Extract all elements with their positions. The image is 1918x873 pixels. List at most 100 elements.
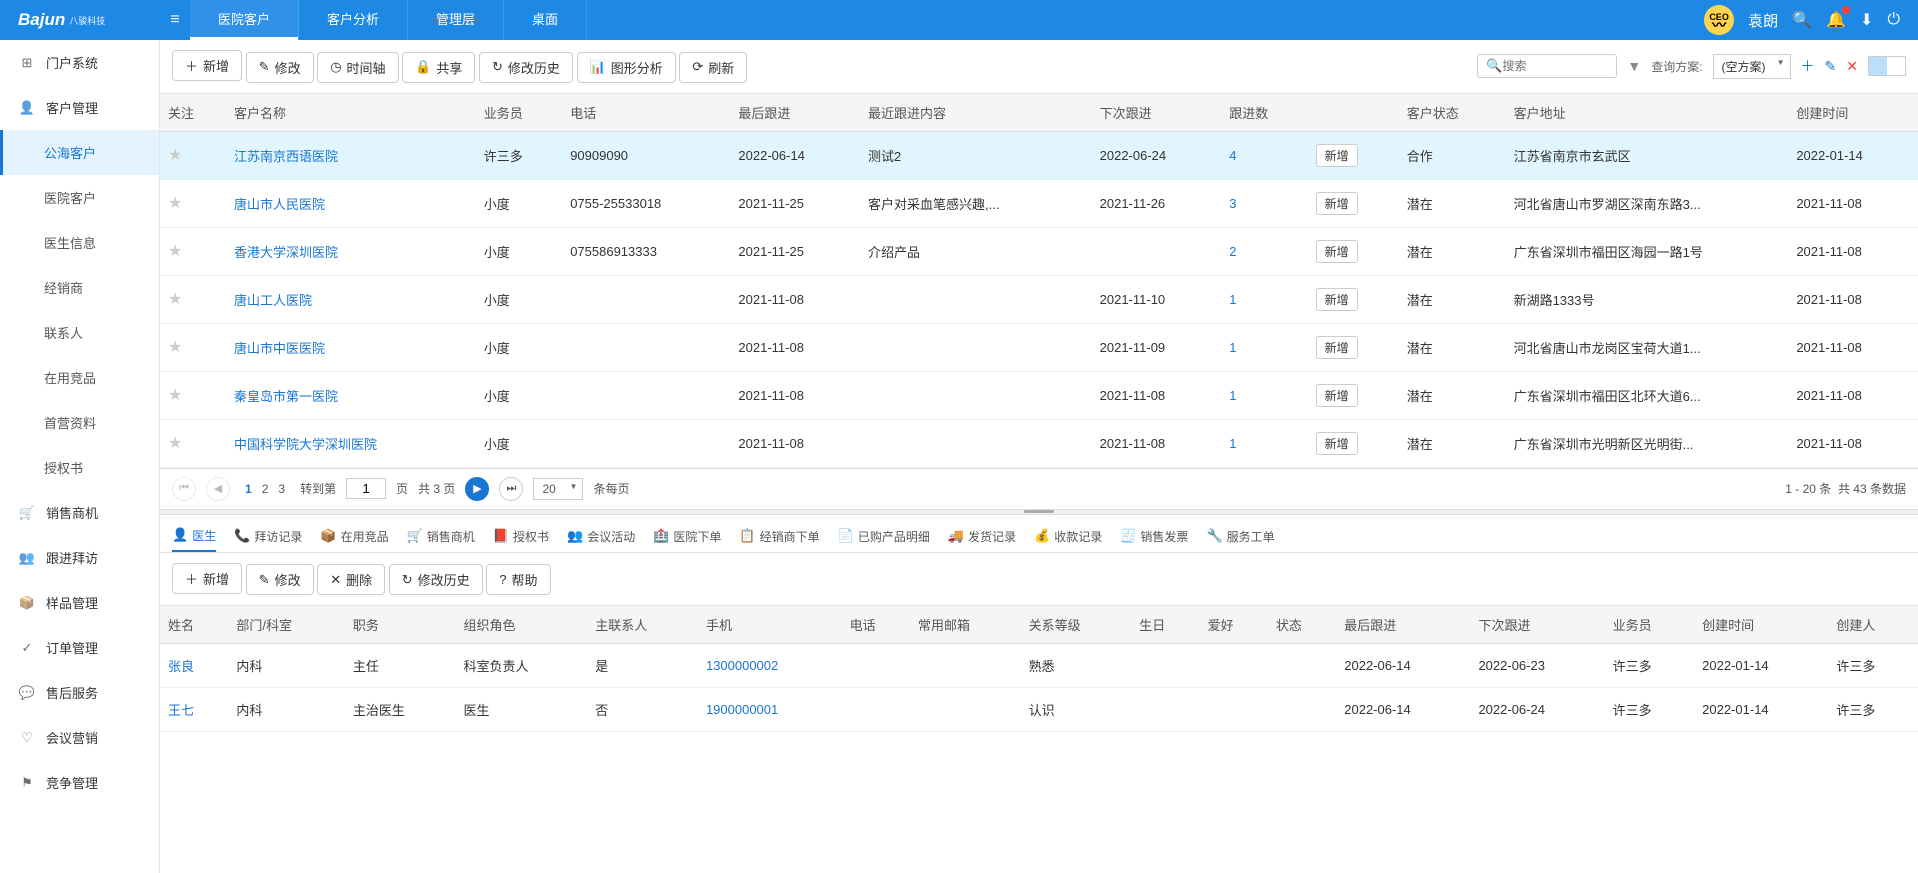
col-head[interactable]: 客户名称 [226,94,476,132]
btn-时间轴[interactable]: ◷时间轴 [317,52,398,83]
col-head[interactable]: 客户地址 [1506,94,1789,132]
star-icon[interactable]: ★ [168,339,182,356]
customer-name-link[interactable]: 中国科学院大学深圳医院 [234,437,377,452]
dcol-head[interactable]: 电话 [842,606,910,644]
btn-新增[interactable]: ＋新增 [172,563,242,594]
count-link[interactable]: 3 [1229,196,1236,211]
dcol-head[interactable]: 常用邮箱 [910,606,1021,644]
new-tag[interactable]: 新增 [1316,432,1358,455]
last-page[interactable]: ⏭ [499,477,523,501]
star-icon[interactable]: ★ [168,195,182,212]
dcol-head[interactable]: 职务 [345,606,456,644]
dcol-head[interactable]: 业务员 [1605,606,1695,644]
col-head[interactable]: 最后跟进 [730,94,860,132]
new-tag[interactable]: 新增 [1316,288,1358,311]
nav-sub-授权书[interactable]: 授权书 [0,445,159,490]
new-tag[interactable]: 新增 [1316,240,1358,263]
dtab-销售发票[interactable]: 🧾销售发票 [1120,522,1188,551]
nav-销售商机[interactable]: 🛒销售商机 [0,490,159,535]
nav-门户系统[interactable]: ⊞门户系统 [0,40,159,85]
col-head[interactable]: 跟进数 [1221,94,1307,132]
mobile-link[interactable]: 1300000002 [706,658,778,673]
dtab-经销商下单[interactable]: 📋经销商下单 [739,522,819,551]
customer-name-link[interactable]: 秦皇岛市第一医院 [234,389,338,404]
btn-修改历史[interactable]: ↻修改历史 [479,52,573,83]
delete-scheme-icon[interactable]: ✕ [1846,58,1858,75]
col-head[interactable]: 业务员 [476,94,562,132]
col-head[interactable]: 最近跟进内容 [860,94,1092,132]
btn-修改[interactable]: ✎修改 [246,52,314,83]
dcol-head[interactable]: 主联系人 [587,606,698,644]
table-row[interactable]: ★唐山市中医医院小度2021-11-082021-11-091新增潜在河北省唐山… [160,323,1918,371]
customer-name-link[interactable]: 江苏南京西语医院 [234,149,338,164]
dtab-在用竞品[interactable]: 📦在用竞品 [320,522,388,551]
new-tag[interactable]: 新增 [1316,384,1358,407]
power-icon[interactable]: ⏻ [1887,11,1900,29]
nav-会议营销[interactable]: ♡会议营销 [0,715,159,760]
dtab-已购产品明细[interactable]: 📄已购产品明细 [838,522,930,551]
nav-样品管理[interactable]: 📦样品管理 [0,580,159,625]
nav-sub-首营资料[interactable]: 首营资料 [0,400,159,445]
table-row[interactable]: ★唐山工人医院小度2021-11-082021-11-101新增潜在新湖路133… [160,275,1918,323]
col-head[interactable] [1308,94,1399,132]
bell-icon[interactable]: 🔔 [1826,10,1846,30]
dcol-head[interactable]: 组织角色 [456,606,588,644]
doctor-name-link[interactable]: 张良 [168,659,194,674]
table-row[interactable]: 张良内科主任科室负责人是1300000002熟悉2022-06-142022-0… [160,644,1918,688]
filter-icon[interactable]: ▼ [1627,58,1641,74]
count-link[interactable]: 1 [1229,292,1236,307]
first-page[interactable]: ⏮ [172,477,196,501]
prev-page[interactable]: ◀ [206,477,230,501]
pagesize-select[interactable]: 20 [533,478,583,500]
table-row[interactable]: ★江苏南京西语医院许三多909090902022-06-14测试22022-06… [160,131,1918,179]
col-head[interactable]: 客户状态 [1399,94,1506,132]
nav-竞争管理[interactable]: ⚑竞争管理 [0,760,159,805]
top-tab-1[interactable]: 客户分析 [299,0,408,40]
star-icon[interactable]: ★ [168,147,182,164]
table-row[interactable]: ★香港大学深圳医院小度0755869133332021-11-25介绍产品2新增… [160,227,1918,275]
nav-sub-医生信息[interactable]: 医生信息 [0,220,159,265]
star-icon[interactable]: ★ [168,243,182,260]
count-link[interactable]: 4 [1229,148,1236,163]
dtab-服务工单[interactable]: 🔧服务工单 [1206,522,1274,551]
nav-售后服务[interactable]: 💬售后服务 [0,670,159,715]
avatar[interactable]: CEO〰 [1704,5,1734,35]
nav-sub-公海客户[interactable]: 公海客户 [0,130,159,175]
mobile-link[interactable]: 1900000001 [706,702,778,717]
dcol-head[interactable]: 下次跟进 [1470,606,1604,644]
table-row[interactable]: ★秦皇岛市第一医院小度2021-11-082021-11-081新增潜在广东省深… [160,371,1918,419]
btn-图形分析[interactable]: 📊图形分析 [577,52,676,83]
dtab-会议活动[interactable]: 👥会议活动 [567,522,635,551]
btn-帮助[interactable]: ?帮助 [486,564,550,595]
nav-sub-联系人[interactable]: 联系人 [0,310,159,355]
btn-修改历史[interactable]: ↻修改历史 [389,564,483,595]
count-link[interactable]: 1 [1229,340,1236,355]
download-icon[interactable]: ⬇ [1860,10,1873,30]
col-head[interactable]: 电话 [562,94,730,132]
dcol-head[interactable]: 姓名 [160,606,228,644]
count-link[interactable]: 2 [1229,244,1236,259]
nav-sub-经销商[interactable]: 经销商 [0,265,159,310]
dtab-医生[interactable]: 👤医生 [172,521,216,552]
goto-input[interactable] [346,478,386,499]
dcol-head[interactable]: 创建时间 [1694,606,1828,644]
customer-name-link[interactable]: 唐山工人医院 [234,293,312,308]
dtab-收款记录[interactable]: 💰收款记录 [1034,522,1102,551]
menu-toggle[interactable]: ≡ [160,11,190,29]
page-2[interactable]: 2 [257,482,274,496]
search-icon[interactable]: 🔍 [1792,10,1812,30]
dtab-拜访记录[interactable]: 📞拜访记录 [234,522,302,551]
layout-toggle[interactable] [1868,56,1906,76]
btn-刷新[interactable]: ⟳刷新 [679,52,747,83]
doctor-name-link[interactable]: 王七 [168,703,194,718]
search-input[interactable] [1503,59,1609,73]
star-icon[interactable]: ★ [168,435,182,452]
nav-sub-医院客户[interactable]: 医院客户 [0,175,159,220]
dcol-head[interactable]: 爱好 [1200,606,1268,644]
dcol-head[interactable]: 生日 [1131,606,1199,644]
btn-修改[interactable]: ✎修改 [246,564,314,595]
count-link[interactable]: 1 [1229,436,1236,451]
btn-共享[interactable]: 🔒共享 [402,52,475,83]
top-tab-2[interactable]: 管理层 [408,0,504,40]
nav-订单管理[interactable]: ✓订单管理 [0,625,159,670]
